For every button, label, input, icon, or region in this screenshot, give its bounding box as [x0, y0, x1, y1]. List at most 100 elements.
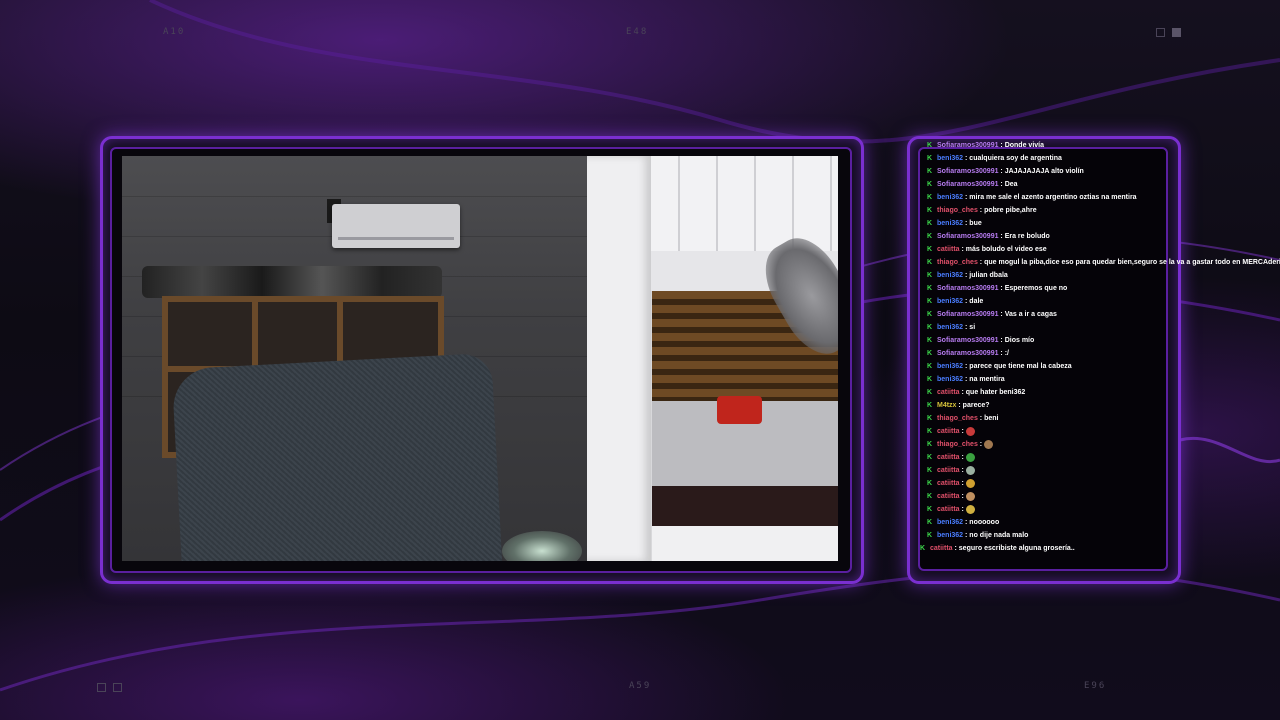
chat-message: Kbeni362 : parece que tiene mal la cabez…	[926, 360, 1280, 373]
chat-username[interactable]: Sofiaramos300991	[937, 311, 998, 318]
chat-username[interactable]: Sofiaramos300991	[937, 168, 998, 175]
chat-emote-icon	[965, 504, 975, 514]
chat-username[interactable]: catiitta	[937, 506, 960, 513]
subscriber-badge-icon: K	[926, 259, 933, 266]
chat-message: Kthiago_ches : que mogul la piba,dice es…	[926, 256, 1280, 269]
chat-text: : mira me sale el azento argentino oztia…	[963, 194, 1137, 201]
chat-message: Kbeni362 : bue	[926, 217, 1280, 230]
chat-text: :	[959, 493, 966, 500]
chat-message: Kcatiitta : seguro escribiste alguna gro…	[919, 542, 1273, 555]
chat-message: Kbeni362 : dale	[926, 295, 1280, 308]
chat-message: Kcatiitta : que hater beni362	[926, 386, 1280, 399]
subscriber-badge-icon: K	[926, 181, 933, 188]
chat-username[interactable]: beni362	[937, 272, 963, 279]
chat-username[interactable]: Sofiaramos300991	[937, 233, 998, 240]
corner-square-icon	[113, 683, 122, 692]
chat-username[interactable]: beni362	[937, 298, 963, 305]
subscriber-badge-icon: K	[926, 415, 933, 422]
chat-text: : Vas a ir a cagas	[998, 311, 1057, 318]
subscriber-badge-icon: K	[926, 493, 933, 500]
subscriber-badge-icon: K	[926, 337, 933, 344]
chat-username[interactable]: Sofiaramos300991	[937, 181, 998, 188]
chat-username[interactable]: catiitta	[937, 467, 960, 474]
corner-label-top-left: A10	[163, 27, 186, 37]
chat-text: : pobre pibe,ahre	[977, 207, 1037, 214]
chat-username[interactable]: thiago_ches	[937, 441, 978, 448]
subscriber-badge-icon: K	[926, 311, 933, 318]
chat-message: K Sofiaramos300991 : Dea	[926, 178, 1280, 191]
chat-username[interactable]: catiitta	[937, 454, 960, 461]
subscriber-badge-icon: K	[926, 233, 933, 240]
chat-username[interactable]: beni362	[937, 376, 963, 383]
subscriber-badge-icon: K	[926, 389, 933, 396]
chat-text: :	[959, 454, 966, 461]
chat-username[interactable]: M4tzx	[937, 402, 956, 409]
chat-username[interactable]: thiago_ches	[937, 415, 978, 422]
chat-username[interactable]: Sofiaramos300991	[937, 142, 998, 149]
chat-message: K Sofiaramos300991 : Dios mío	[926, 334, 1280, 347]
chat-username[interactable]: catiitta	[930, 545, 953, 552]
chat-message: Kbeni362 : julian dbala	[926, 269, 1280, 282]
chat-message: Kcatiitta : más boludo el video ese	[926, 243, 1280, 256]
chat-text: : Dea	[998, 181, 1018, 188]
subscriber-badge-icon: K	[926, 532, 933, 539]
subscriber-badge-icon: K	[926, 376, 933, 383]
chat-message: Kthiago_ches :	[926, 438, 1280, 451]
chat-text: : parece que tiene mal la cabeza	[963, 363, 1072, 370]
chat-text: : na mentira	[963, 376, 1005, 383]
chat-username[interactable]: catiitta	[937, 480, 960, 487]
subscriber-badge-icon: K	[926, 402, 933, 409]
chat-username[interactable]: catiitta	[937, 246, 960, 253]
corner-label-bottom-center: A59	[629, 681, 652, 691]
chat-username[interactable]: Sofiaramos300991	[937, 350, 998, 357]
chat-username[interactable]: catiitta	[937, 493, 960, 500]
chat-username[interactable]: thiago_ches	[937, 207, 978, 214]
subscriber-badge-icon: K	[926, 246, 933, 253]
chat-message: Kcatiitta :	[926, 490, 1280, 503]
subscriber-badge-icon: K	[926, 168, 933, 175]
subscriber-badge-icon: K	[926, 350, 933, 357]
chat-text: : noooooo	[963, 519, 1000, 526]
chat-username[interactable]: beni362	[937, 194, 963, 201]
subscriber-badge-icon: K	[926, 363, 933, 370]
chat-username[interactable]: catiitta	[937, 389, 960, 396]
subscriber-badge-icon: K	[926, 428, 933, 435]
chat-username[interactable]: beni362	[937, 519, 963, 526]
subscriber-badge-icon: K	[926, 480, 933, 487]
bunk-bed-post	[587, 156, 651, 561]
chat-username[interactable]: beni362	[937, 363, 963, 370]
chat-message: Kbeni362 : si	[926, 321, 1280, 334]
chat-text: : que mogul la piba,dice eso para quedar…	[977, 259, 1280, 266]
chat-text: : julian dbala	[963, 272, 1008, 279]
chat-message: Kbeni362 : mira me sale el azento argent…	[926, 191, 1280, 204]
subscriber-badge-icon: K	[926, 519, 933, 526]
chat-username[interactable]: beni362	[937, 324, 963, 331]
subscriber-badge-icon: K	[926, 272, 933, 279]
chat-emote-icon	[965, 426, 975, 436]
chat-text: :	[959, 428, 966, 435]
corner-label-top-center: E48	[626, 27, 649, 37]
chat-username[interactable]: beni362	[937, 532, 963, 539]
corner-square-icon	[1156, 28, 1165, 37]
chat-message: Kcatiitta :	[926, 477, 1280, 490]
chat-emote-icon	[965, 491, 975, 501]
chat-text: :	[959, 480, 966, 487]
chat-text: : más boludo el video ese	[959, 246, 1047, 253]
chat-text: : Dios mío	[998, 337, 1035, 344]
office-chair	[171, 352, 503, 561]
chat-username[interactable]: Sofiaramos300991	[937, 337, 998, 344]
chat-message: K Sofiaramos300991 : Era re boludo	[926, 230, 1280, 243]
chat-message: Kbeni362 : na mentira	[926, 373, 1280, 386]
chat-username[interactable]: Sofiaramos300991	[937, 285, 998, 292]
subscriber-badge-icon: K	[926, 454, 933, 461]
chat-message: K Sofiaramos300991 : Vas a ir a cagas	[926, 308, 1280, 321]
chat-username[interactable]: beni362	[937, 220, 963, 227]
chat-message: Kcatiitta :	[926, 425, 1280, 438]
subscriber-badge-icon: K	[926, 324, 933, 331]
chat-text: : Era re boludo	[998, 233, 1050, 240]
chat-username[interactable]: thiago_ches	[937, 259, 978, 266]
chat-username[interactable]: beni362	[937, 155, 963, 162]
chat-message: K Sofiaramos300991 : Esperemos que no	[926, 282, 1280, 295]
air-conditioner	[332, 204, 460, 248]
chat-username[interactable]: catiitta	[937, 428, 960, 435]
